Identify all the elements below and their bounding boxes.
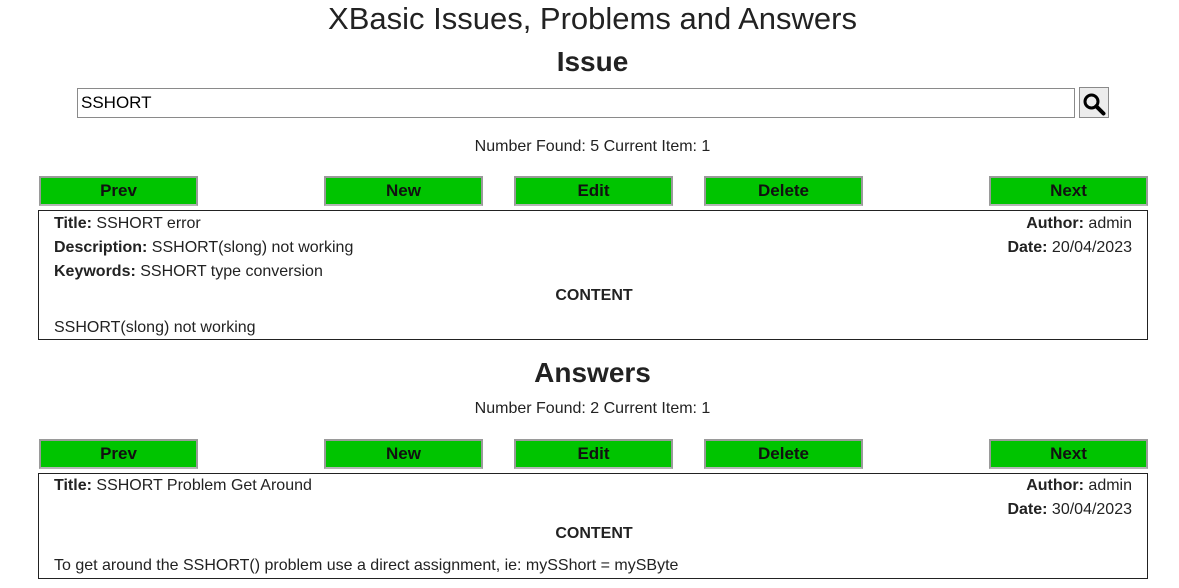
answer-delete-button[interactable]: Delete	[704, 439, 863, 469]
answer-prev-button[interactable]: Prev	[39, 439, 198, 469]
issue-date-field: Date: 20/04/2023	[1007, 239, 1132, 256]
issue-edit-button[interactable]: Edit	[514, 176, 673, 206]
answer-author-field: Author: admin	[1026, 477, 1132, 494]
issue-title-field: Title: SSHORT error	[54, 215, 201, 232]
answer-title: SSHORT Problem Get Around	[96, 477, 312, 494]
issue-author: admin	[1088, 215, 1132, 232]
issue-new-button[interactable]: New	[324, 176, 483, 206]
search-button[interactable]	[1079, 87, 1109, 118]
answer-edit-button[interactable]: Edit	[514, 439, 673, 469]
answer-author: admin	[1088, 477, 1132, 494]
answers-count: Number Found: 2 Current Item: 1	[474, 400, 711, 417]
answer-date-field: Date: 30/04/2023	[1007, 501, 1132, 518]
issue-description-field: Description: SSHORT(slong) not working	[54, 239, 354, 256]
answers-heading: Answers	[534, 357, 651, 388]
answer-next-button[interactable]: Next	[989, 439, 1148, 469]
issue-title: SSHORT error	[96, 215, 201, 232]
issue-next-button[interactable]: Next	[989, 176, 1148, 206]
page-title: XBasic Issues, Problems and Answers	[328, 1, 857, 36]
issue-delete-button[interactable]: Delete	[704, 176, 863, 206]
issue-keywords: SSHORT type conversion	[140, 263, 323, 280]
issue-date: 20/04/2023	[1051, 239, 1132, 256]
issue-heading: Issue	[556, 46, 629, 77]
answer-content: To get around the SSHORT() problem use a…	[54, 557, 679, 574]
issue-content: SSHORT(slong) not working	[54, 319, 256, 336]
issue-prev-button[interactable]: Prev	[39, 176, 198, 206]
answer-date: 30/04/2023	[1051, 501, 1132, 518]
issue-content-label: CONTENT	[555, 287, 633, 304]
answer-new-button[interactable]: New	[324, 439, 483, 469]
answer-title-field: Title: SSHORT Problem Get Around	[54, 477, 312, 494]
answer-record: Title: SSHORT Problem Get Around Author:…	[38, 473, 1148, 579]
issue-description: SSHORT(slong) not working	[151, 239, 354, 256]
issue-record: Title: SSHORT error Description: SSHORT(…	[38, 210, 1148, 340]
issue-keywords-field: Keywords: SSHORT type conversion	[54, 263, 323, 280]
answer-content-label: CONTENT	[555, 525, 633, 542]
issue-author-field: Author: admin	[1026, 215, 1132, 232]
issue-count: Number Found: 5 Current Item: 1	[474, 138, 711, 155]
magnifier-icon	[1083, 93, 1106, 115]
search-input[interactable]	[77, 88, 1075, 118]
